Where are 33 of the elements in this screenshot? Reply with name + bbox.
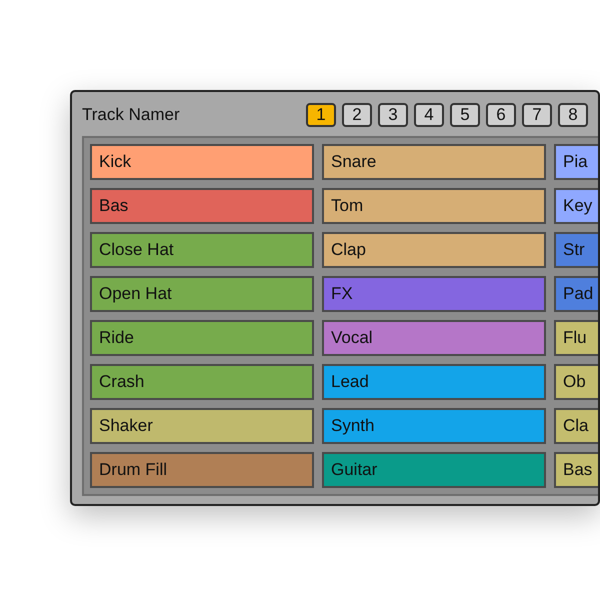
track-name-field[interactable]: Drum Fill — [90, 452, 314, 488]
page-button[interactable]: 5 — [450, 102, 480, 127]
page-button[interactable]: 7 — [522, 102, 552, 127]
track-name-field[interactable]: Crash — [90, 364, 314, 400]
page-button[interactable]: 2 — [342, 102, 372, 127]
track-name-field[interactable]: Shaker — [90, 408, 314, 444]
track-name-field[interactable]: Snare — [322, 144, 546, 180]
track-name-field[interactable]: Synth — [322, 408, 546, 444]
page-button[interactable]: 1 — [306, 102, 336, 127]
track-name-field[interactable]: Pia — [554, 144, 598, 180]
track-name-field[interactable]: Tom — [322, 188, 546, 224]
track-name-field[interactable]: Str — [554, 232, 598, 268]
track-name-field[interactable]: Ob — [554, 364, 598, 400]
page-button[interactable]: 4 — [414, 102, 444, 127]
track-name-field[interactable]: Kick — [90, 144, 314, 180]
track-name-field[interactable]: Open Hat — [90, 276, 314, 312]
page-button[interactable]: 6 — [486, 102, 516, 127]
track-name-field[interactable]: Close Hat — [90, 232, 314, 268]
page-button[interactable]: 3 — [378, 102, 408, 127]
track-name-field[interactable]: Ride — [90, 320, 314, 356]
window-title: Track Namer — [82, 104, 181, 126]
track-name-field[interactable]: Pad — [554, 276, 598, 312]
track-name-field[interactable]: FX — [322, 276, 546, 312]
track-name-field[interactable]: Bas — [90, 188, 314, 224]
track-name-field[interactable]: Vocal — [322, 320, 546, 356]
track-name-field[interactable]: Clap — [322, 232, 546, 268]
track-name-field[interactable]: Guitar — [322, 452, 546, 488]
track-name-field[interactable]: Key — [554, 188, 598, 224]
track-name-field[interactable]: Cla — [554, 408, 598, 444]
track-name-field[interactable]: Flu — [554, 320, 598, 356]
page-button[interactable]: 8 — [558, 102, 588, 127]
track-name-field[interactable]: Lead — [322, 364, 546, 400]
track-name-field[interactable]: Bas — [554, 452, 598, 488]
